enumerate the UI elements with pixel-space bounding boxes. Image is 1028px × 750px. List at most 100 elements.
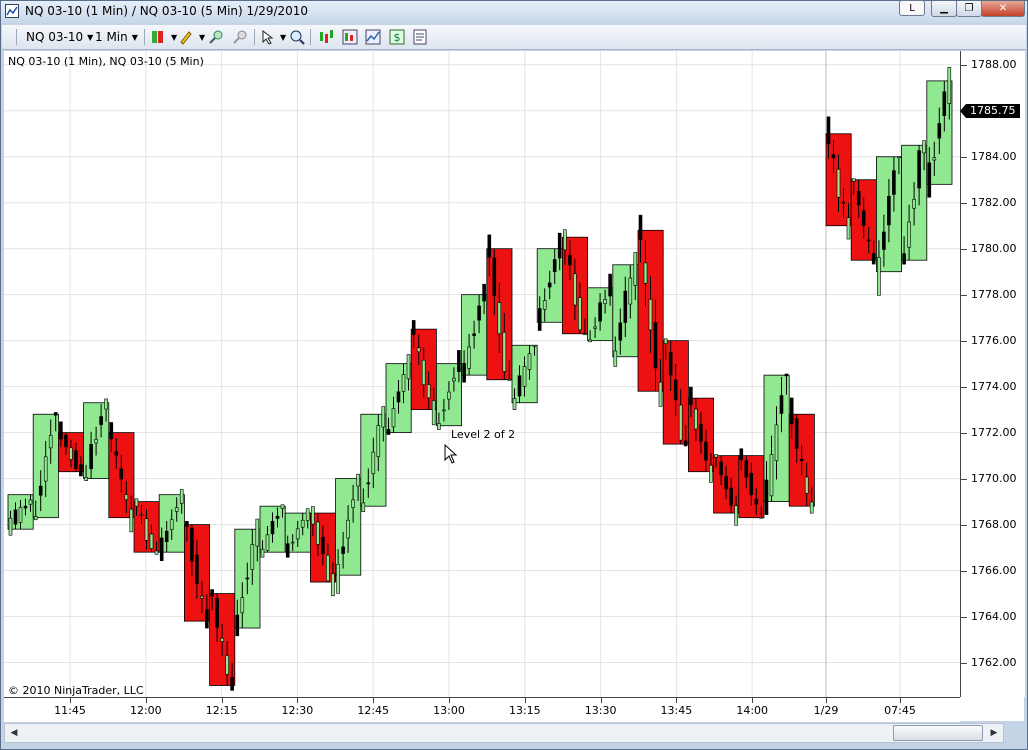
interval-selector[interactable]: 1 Min ▼ (95, 29, 138, 45)
one-min-candle-up (836, 168, 841, 198)
one-min-candle-up (356, 473, 360, 487)
one-min-candle-up (326, 554, 330, 582)
one-min-candle-up (578, 297, 582, 331)
one-min-candle-up (94, 438, 98, 444)
link-button[interactable]: L (899, 0, 925, 16)
one-min-candle-down (882, 231, 886, 250)
time-tick (752, 698, 754, 703)
one-min-candle-up (583, 333, 587, 336)
candlestick-chart[interactable] (4, 51, 960, 697)
one-min-candle-down (784, 373, 789, 377)
minimize-button[interactable]: ▁ (931, 1, 957, 17)
zoom-out-icon[interactable] (232, 29, 248, 45)
one-min-candle-up (846, 217, 851, 240)
one-min-candle-up (809, 501, 814, 514)
price-axis[interactable]: 1788.001786.001784.001782.001780.001778.… (960, 51, 1025, 697)
one-min-candle-down (552, 259, 557, 272)
one-min-candle-up (734, 505, 738, 526)
time-tick-label: 13:00 (433, 704, 465, 717)
price-tick-label: 1788.00 (971, 57, 1017, 71)
time-axis[interactable]: 11:45 12:00 12:15 12:30 12:45 13:00 13:15 13:30… (4, 697, 960, 722)
chevron-down-icon[interactable]: ▼ (280, 29, 286, 45)
time-tick-label: 13:45 (660, 704, 693, 717)
dollar-icon[interactable]: $ (389, 29, 405, 45)
indicators-icon[interactable] (365, 29, 381, 45)
one-min-candle-up (947, 67, 952, 104)
instrument-selector[interactable]: NQ 03-10 ▼ (26, 29, 93, 45)
zoom-in-icon[interactable] (208, 29, 224, 45)
strategies-icon[interactable] (342, 29, 358, 45)
time-tick (297, 698, 299, 703)
one-min-candle-up (311, 506, 315, 525)
one-min-candle-up (225, 655, 229, 675)
horizontal-scrollbar[interactable]: ◀ ▶ (4, 723, 1004, 743)
price-tick-label: 1776.00 (971, 333, 1017, 347)
arrow-left-icon: ◀ (10, 728, 18, 738)
one-min-candle-down (275, 516, 280, 519)
close-button[interactable]: ✕ (981, 1, 1025, 17)
one-min-candle-up (507, 379, 512, 381)
time-tick-label: 07:45 (884, 704, 916, 717)
bar-color-icon[interactable] (150, 29, 166, 45)
data-series-icon[interactable] (318, 29, 334, 45)
one-min-candle-up (336, 563, 340, 594)
one-min-candle-up (563, 229, 567, 251)
one-min-candle-up (527, 353, 532, 370)
time-tick-label: 13:15 (508, 704, 541, 717)
one-min-candle-down (719, 461, 723, 476)
instrument-label: NQ 03-10 (26, 30, 84, 44)
one-min-candle-up (774, 424, 779, 462)
pointer-icon[interactable] (260, 29, 276, 45)
one-min-candle-down (653, 322, 658, 369)
toolbar-separator (144, 29, 145, 45)
price-tick-label: 1768.00 (971, 517, 1017, 531)
title-bar[interactable]: NQ 03-10 (1 Min) / NQ 03-10 (5 Min) 1/29… (1, 0, 1027, 23)
chevron-down-icon[interactable]: ▼ (171, 29, 177, 45)
maximize-button[interactable]: ❐ (956, 1, 982, 17)
one-min-candle-up (633, 252, 638, 286)
scroll-right-button[interactable]: ▶ (985, 724, 1003, 742)
one-min-candle-down (38, 485, 43, 496)
properties-icon[interactable] (412, 29, 428, 45)
one-min-candle-down (321, 536, 325, 555)
one-min-candle-up (769, 454, 774, 497)
chart-panel[interactable] (4, 51, 960, 697)
interval-label: 1 Min (95, 30, 128, 44)
one-min-candle-up (452, 377, 456, 382)
one-min-candle-down (230, 677, 234, 691)
one-min-candle-up (532, 344, 537, 347)
one-min-candle-down (205, 609, 209, 629)
one-min-candle-down (826, 116, 831, 145)
price-tick-label: 1766.00 (971, 563, 1017, 577)
one-min-candle-down (704, 441, 708, 461)
chart-series-header: NQ 03-10 (1 Min), NQ 03-10 (5 Min) (8, 55, 204, 68)
one-min-candle-up (18, 507, 23, 523)
one-min-candle-up (912, 199, 916, 209)
one-min-candle-up (391, 408, 396, 428)
one-min-candle-down (109, 422, 114, 440)
one-min-candle-up (426, 384, 431, 399)
one-min-candle-down (366, 482, 371, 485)
price-tick-label: 1770.00 (971, 471, 1017, 485)
one-min-candle-up (542, 300, 547, 310)
one-min-candle-up (84, 477, 88, 481)
scroll-thumb[interactable] (893, 725, 983, 741)
one-min-candle-down (517, 375, 522, 397)
one-min-candle-up (573, 273, 577, 306)
chevron-down-icon[interactable]: ▼ (199, 29, 205, 45)
scroll-left-button[interactable]: ◀ (5, 724, 23, 742)
time-tick-label: 13:30 (584, 704, 617, 717)
one-min-candle-up (648, 299, 653, 331)
one-min-candle-up (139, 513, 144, 516)
price-tick (961, 202, 967, 204)
price-tick-label: 1772.00 (971, 425, 1017, 439)
one-min-candle-down (568, 254, 572, 266)
pencil-icon[interactable] (178, 29, 194, 45)
one-min-candle-up (28, 499, 33, 505)
one-min-candle-up (265, 534, 270, 551)
mouse-cursor-icon (444, 444, 458, 464)
search-icon[interactable] (289, 29, 305, 45)
one-min-candle-up (154, 550, 159, 555)
one-min-candle-up (331, 573, 335, 597)
one-min-candle-up (346, 519, 350, 539)
